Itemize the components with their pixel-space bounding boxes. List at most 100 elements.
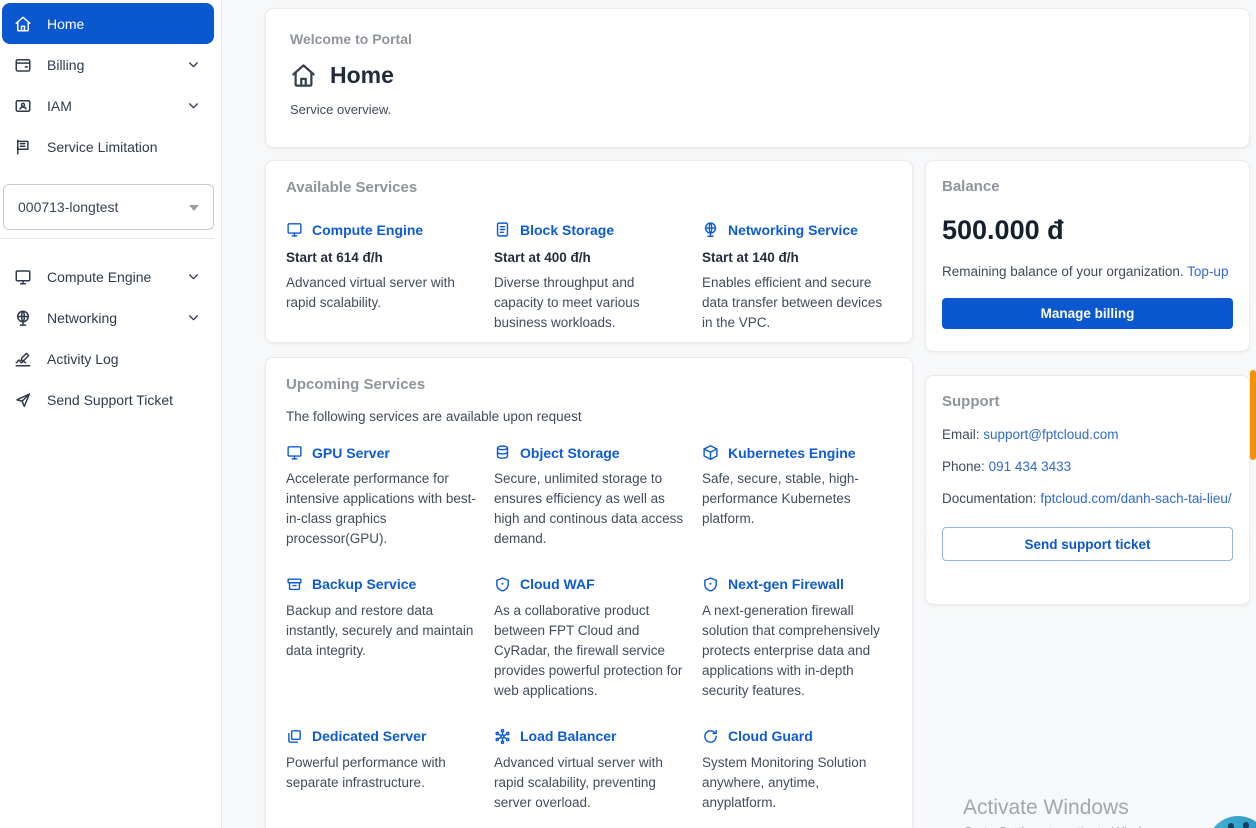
vertical-scrollbar-thumb[interactable] xyxy=(1250,370,1256,460)
service-item: Load Balancer Advanced virtual server wi… xyxy=(494,728,684,813)
sidebar-item-networking[interactable]: Networking xyxy=(2,297,214,338)
service-link-object-storage[interactable]: Object Storage xyxy=(494,444,684,461)
archive-icon xyxy=(286,576,303,593)
support-title: Support xyxy=(942,393,1233,410)
chevron-down-icon xyxy=(187,58,200,71)
available-services-title: Available Services xyxy=(286,179,892,196)
org-selector[interactable]: 000713-longtest xyxy=(3,184,214,230)
nodes-icon xyxy=(494,728,511,745)
service-item: Cloud Guard System Monitoring Solution a… xyxy=(702,728,892,813)
service-description: As a collaborative product between FPT C… xyxy=(494,601,684,701)
rotate-icon xyxy=(702,728,719,745)
service-item: Object Storage Secure, unlimited storage… xyxy=(494,444,684,549)
service-name: Kubernetes Engine xyxy=(728,445,856,461)
support-email-row: Email: support@fptcloud.com xyxy=(942,427,1233,442)
sidebar-item-service-limitation[interactable]: Service Limitation xyxy=(2,126,214,167)
upcoming-services-subtitle: The following services are available upo… xyxy=(286,409,892,424)
service-name: Block Storage xyxy=(520,222,614,238)
monitor-icon xyxy=(286,444,303,461)
top-up-link[interactable]: Top-up xyxy=(1187,264,1228,279)
monitor-icon xyxy=(14,268,32,286)
page-subtitle: Service overview. xyxy=(290,102,1225,117)
sidebar-item-home[interactable]: Home xyxy=(2,3,214,44)
sidebar-item-label: Networking xyxy=(47,310,117,326)
sidebar-item-iam[interactable]: IAM xyxy=(2,85,214,126)
service-name: Compute Engine xyxy=(312,222,423,238)
service-link-dedicated-server[interactable]: Dedicated Server xyxy=(286,728,476,745)
home-icon xyxy=(290,62,317,89)
chevron-down-icon xyxy=(187,99,200,112)
service-name: GPU Server xyxy=(312,445,390,461)
phone-label: Phone: xyxy=(942,459,985,474)
phone-link[interactable]: 091 434 3433 xyxy=(989,459,1072,474)
service-link-block-storage[interactable]: Block Storage xyxy=(494,221,684,238)
service-description: Backup and restore data instantly, secur… xyxy=(286,601,476,661)
service-name: Backup Service xyxy=(312,576,416,592)
send-support-ticket-button[interactable]: Send support ticket xyxy=(942,527,1233,561)
shield-icon xyxy=(494,576,511,593)
manage-billing-button[interactable]: Manage billing xyxy=(942,298,1233,329)
service-name: Load Balancer xyxy=(520,728,616,744)
sidebar-item-label: Home xyxy=(47,16,84,32)
chevron-down-icon xyxy=(187,270,200,283)
sidebar-item-billing[interactable]: Billing xyxy=(2,44,214,85)
id-card-icon xyxy=(14,97,32,115)
sidebar-item-label: Billing xyxy=(47,57,84,73)
service-price: Start at 614 đ/h xyxy=(286,250,476,265)
sidebar-item-send-support-ticket[interactable]: Send Support Ticket xyxy=(2,379,214,420)
service-description: Enables efficient and secure data transf… xyxy=(702,273,892,333)
service-link-gpu-server[interactable]: GPU Server xyxy=(286,444,476,461)
support-doc-row: Documentation: fptcloud.com/danh-sach-ta… xyxy=(942,491,1233,506)
wallet-icon xyxy=(14,56,32,74)
service-link-compute-engine[interactable]: Compute Engine xyxy=(286,221,476,238)
service-description: Powerful performance with separate infra… xyxy=(286,753,476,793)
service-item: Backup Service Backup and restore data i… xyxy=(286,576,476,701)
available-services-card: Available Services Compute Engine Start … xyxy=(265,160,913,343)
balance-amount: 500.000 đ xyxy=(942,215,1233,246)
balance-card: Balance 500.000 đ Remaining balance of y… xyxy=(925,160,1250,352)
balance-description: Remaining balance of your organization. xyxy=(942,264,1184,279)
service-name: Cloud WAF xyxy=(520,576,595,592)
home-icon xyxy=(14,15,32,33)
service-description: System Monitoring Solution anywhere, any… xyxy=(702,753,892,813)
email-label: Email: xyxy=(942,427,980,442)
service-description: Diverse throughput and capacity to meet … xyxy=(494,273,684,333)
service-name: Dedicated Server xyxy=(312,728,426,744)
service-name: Networking Service xyxy=(728,222,858,238)
sidebar: Home Billing IAM Service Limitation 0007… xyxy=(0,0,222,828)
sidebar-item-label: Activity Log xyxy=(47,351,119,367)
cube-icon xyxy=(702,444,719,461)
sidebar-item-label: IAM xyxy=(47,98,72,114)
service-name: Cloud Guard xyxy=(728,728,813,744)
monitor-icon xyxy=(286,221,303,238)
service-link-load-balancer[interactable]: Load Balancer xyxy=(494,728,684,745)
shield-icon xyxy=(702,576,719,593)
service-link-next-gen-firewall[interactable]: Next-gen Firewall xyxy=(702,576,892,593)
service-item: Networking Service Start at 140 đ/h Enab… xyxy=(702,221,892,333)
service-link-kubernetes-engine[interactable]: Kubernetes Engine xyxy=(702,444,892,461)
upcoming-services-card: Upcoming Services The following services… xyxy=(265,357,913,828)
flag-icon xyxy=(14,138,32,156)
welcome-card: Welcome to Portal Home Service overview. xyxy=(265,8,1250,148)
sidebar-item-label: Compute Engine xyxy=(47,269,151,285)
service-description: Advanced virtual server with rapid scala… xyxy=(494,753,684,813)
paper-plane-icon xyxy=(14,391,32,409)
documentation-link[interactable]: fptcloud.com/danh-sach-tai-lieu/ xyxy=(1040,491,1231,506)
sidebar-item-compute-engine[interactable]: Compute Engine xyxy=(2,256,214,297)
service-link-backup-service[interactable]: Backup Service xyxy=(286,576,476,593)
sidebar-item-label: Send Support Ticket xyxy=(47,392,173,408)
document-icon xyxy=(494,221,511,238)
service-item: GPU Server Accelerate performance for in… xyxy=(286,444,476,549)
sidebar-item-label: Service Limitation xyxy=(47,139,158,155)
chat-bot-eye xyxy=(1243,822,1249,828)
sidebar-item-activity-log[interactable]: Activity Log xyxy=(2,338,214,379)
email-link[interactable]: support@fptcloud.com xyxy=(983,427,1118,442)
service-link-networking-service[interactable]: Networking Service xyxy=(702,221,892,238)
support-card: Support Email: support@fptcloud.com Phon… xyxy=(925,375,1250,605)
welcome-eyebrow: Welcome to Portal xyxy=(290,31,1225,47)
service-link-cloud-waf[interactable]: Cloud WAF xyxy=(494,576,684,593)
service-item: Cloud WAF As a collaborative product bet… xyxy=(494,576,684,701)
service-link-cloud-guard[interactable]: Cloud Guard xyxy=(702,728,892,745)
database-icon xyxy=(494,444,511,461)
sidebar-divider xyxy=(0,238,214,239)
